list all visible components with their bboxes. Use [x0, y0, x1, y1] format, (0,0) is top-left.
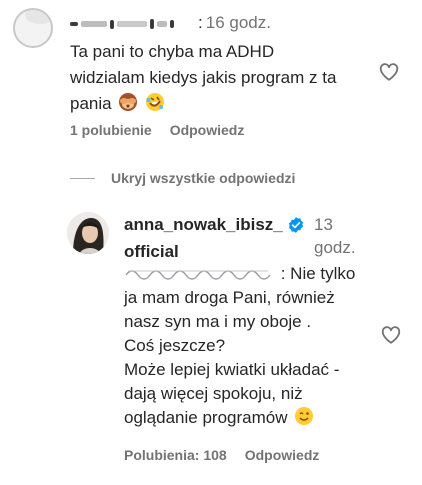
reply-line: ja mam droga Pani, również	[124, 288, 335, 307]
like-heart-icon[interactable]	[380, 324, 402, 346]
comment-line: pania	[70, 94, 112, 113]
verified-badge-icon	[287, 216, 305, 240]
comment-text: Ta pani to chyba ma ADHD widzialam kiedy…	[70, 39, 370, 120]
comment-time: :16 godz.	[198, 13, 271, 32]
reply-time: 13 godz.	[314, 215, 356, 257]
reply-button[interactable]: Odpowiedz	[170, 122, 245, 138]
comment-line: Ta pani to chyba ma ADHD	[70, 42, 275, 61]
reply-line: Coś jeszcze?	[124, 336, 226, 355]
hide-replies-label: Ukryj wszystkie odpowiedzi	[111, 170, 296, 186]
reply-line: oglądanie programów	[124, 408, 288, 427]
reply-line: nasz syn ma i my oboje .	[124, 312, 312, 331]
reply-text: : Nie tylko ja mam droga Pani, również n…	[124, 262, 369, 433]
reply-username[interactable]: anna_nowak_ibisz_ official	[124, 213, 309, 263]
reply-actions: Polubienia: 108 Odpowiedz	[124, 447, 319, 463]
rolling-laughing-icon	[145, 92, 165, 120]
like-heart-icon[interactable]	[378, 61, 400, 83]
likes-count[interactable]: Polubienia: 108	[124, 447, 227, 463]
reply-line: dają więcej spokoju, niż	[124, 384, 303, 403]
divider	[70, 177, 95, 179]
reply-button[interactable]: Odpowiedz	[245, 447, 320, 463]
reply-avatar[interactable]	[67, 212, 109, 254]
see-no-evil-monkey-icon	[118, 92, 138, 120]
avatar[interactable]	[13, 8, 53, 48]
hide-replies-button[interactable]: Ukryj wszystkie odpowiedzi	[70, 170, 295, 186]
comment-actions: 1 polubienie Odpowiedz	[70, 122, 244, 138]
comment-line: widzialam kiedys jakis program z ta	[70, 68, 337, 87]
redacted-mention[interactable]	[124, 264, 281, 283]
comment-username-redacted[interactable]	[70, 13, 200, 35]
likes-count[interactable]: 1 polubienie	[70, 122, 152, 138]
winking-smile-icon	[294, 406, 314, 433]
reply-line: Może lepiej kwiatki układać -	[124, 360, 340, 379]
